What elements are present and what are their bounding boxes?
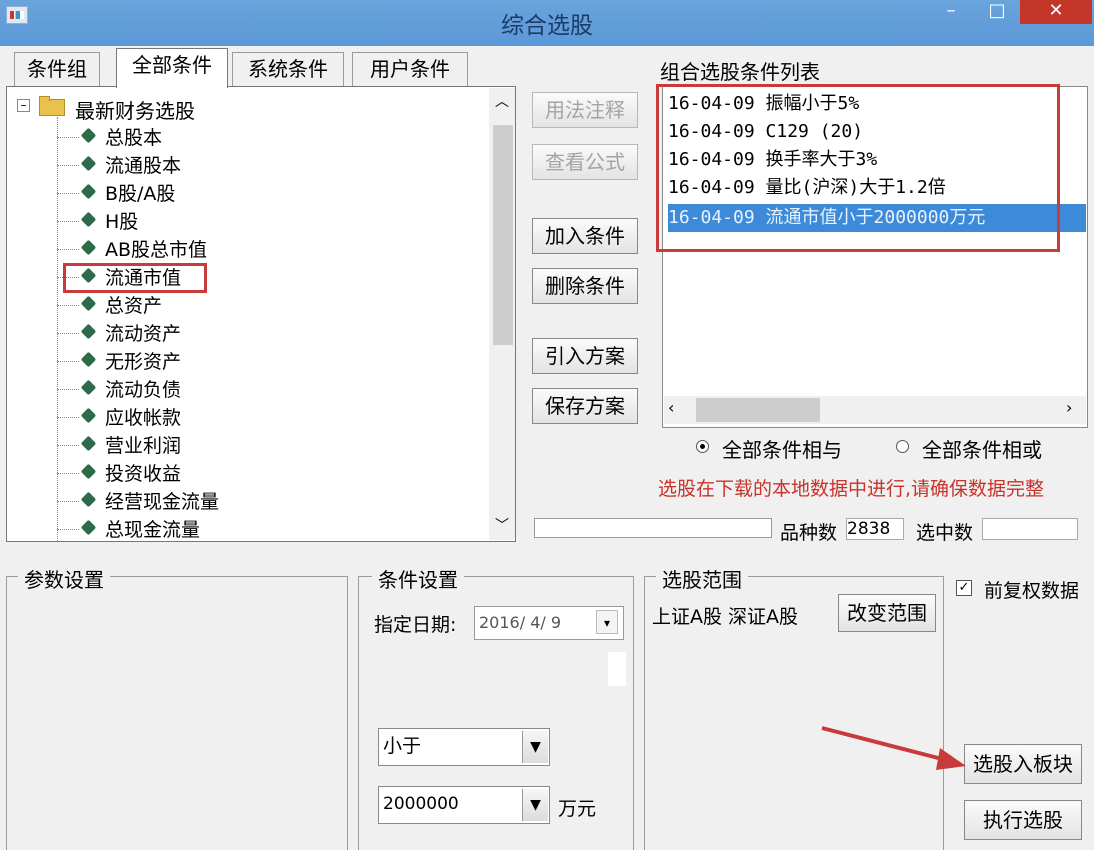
leaf-icon: [80, 211, 97, 228]
leaf-icon: [80, 491, 97, 508]
leaf-icon: [80, 407, 97, 424]
warning-text: 选股在下载的本地数据中进行,请确保数据完整: [658, 478, 1045, 500]
stock-range-text: 上证A股 深证A股: [652, 606, 799, 628]
tab-user-conditions[interactable]: 用户条件: [352, 52, 468, 86]
unit-label: 万元: [558, 798, 597, 820]
condition-list-title: 组合选股条件列表: [660, 60, 820, 84]
progress-bar: [534, 518, 772, 538]
or-radio[interactable]: [896, 440, 909, 453]
minimize-button[interactable]: –: [936, 0, 966, 24]
maximize-button[interactable]: □: [982, 0, 1012, 24]
count-label: 品种数: [780, 522, 838, 544]
amount-value: 2000000: [383, 794, 459, 814]
tree-scroll-thumb[interactable]: [493, 125, 513, 345]
tab-all-conditions[interactable]: 全部条件: [116, 48, 228, 88]
param-settings-group: [6, 576, 348, 850]
leaf-icon: [80, 519, 97, 536]
view-formula-button[interactable]: 查看公式: [532, 144, 638, 180]
count-value: 2838: [846, 518, 904, 540]
list-annotation-box: [656, 84, 1060, 252]
change-range-button[interactable]: 改变范围: [838, 594, 936, 632]
usage-notes-button[interactable]: 用法注释: [532, 92, 638, 128]
tree-root-label[interactable]: 最新财务选股: [75, 95, 195, 124]
tab-system-conditions[interactable]: 系统条件: [232, 52, 344, 86]
annotation-arrow-icon: [821, 726, 966, 770]
or-label[interactable]: 全部条件相或: [922, 434, 1042, 463]
and-radio[interactable]: [696, 440, 709, 453]
leaf-icon: [80, 323, 97, 340]
close-button[interactable]: ✕: [1020, 0, 1092, 24]
window-title: 综合选股: [501, 13, 593, 39]
stock-range-title: 选股范围: [656, 564, 748, 593]
delete-condition-button[interactable]: 删除条件: [532, 268, 638, 304]
date-label: 指定日期:: [374, 614, 457, 636]
leaf-icon: [80, 183, 97, 200]
highlight-annotation-box: [63, 263, 207, 293]
scroll-right-icon[interactable]: ›: [1066, 398, 1072, 417]
condition-settings-title: 条件设置: [372, 564, 464, 593]
leaf-icon: [80, 463, 97, 480]
leaf-icon: [80, 295, 97, 312]
scroll-up-icon[interactable]: ︿: [489, 91, 515, 111]
param-settings-title: 参数设置: [18, 564, 110, 593]
operator-dropdown-icon[interactable]: ▼: [522, 731, 548, 763]
leaf-icon: [80, 127, 97, 144]
selected-count-label: 选中数: [916, 522, 974, 544]
date-dropdown-icon[interactable]: ▾: [596, 610, 618, 634]
leaf-icon: [80, 379, 97, 396]
run-screening-button[interactable]: 执行选股: [964, 800, 1082, 840]
scroll-down-icon[interactable]: ﹀: [489, 515, 515, 535]
leaf-icon: [80, 435, 97, 452]
collapse-toggle[interactable]: –: [17, 99, 30, 112]
list-scroll-thumb[interactable]: [696, 398, 820, 422]
tree-guide-line: [57, 117, 58, 541]
tab-condition-group[interactable]: 条件组: [14, 52, 100, 86]
and-label[interactable]: 全部条件相与: [722, 434, 842, 463]
scroll-left-icon[interactable]: ‹: [668, 398, 674, 417]
adjusted-data-checkbox[interactable]: ✓: [956, 580, 972, 596]
amount-dropdown-icon[interactable]: ▼: [522, 789, 548, 821]
selected-count-value: [982, 518, 1078, 540]
folder-icon: [39, 96, 65, 116]
import-scheme-button[interactable]: 引入方案: [532, 338, 638, 374]
adjusted-data-label[interactable]: 前复权数据: [984, 576, 1079, 603]
leaf-icon: [80, 239, 97, 256]
date-spacer: [608, 652, 626, 686]
leaf-icon: [80, 155, 97, 172]
condition-tree[interactable]: – 最新财务选股 总股本 流通股本 B股/A股 H股 AB股总市值 流通市值 总…: [6, 86, 516, 542]
add-condition-button[interactable]: 加入条件: [532, 218, 638, 254]
operator-value: 小于: [383, 735, 422, 757]
save-scheme-button[interactable]: 保存方案: [532, 388, 638, 424]
add-to-block-button[interactable]: 选股入板块: [964, 744, 1082, 784]
leaf-icon: [80, 351, 97, 368]
